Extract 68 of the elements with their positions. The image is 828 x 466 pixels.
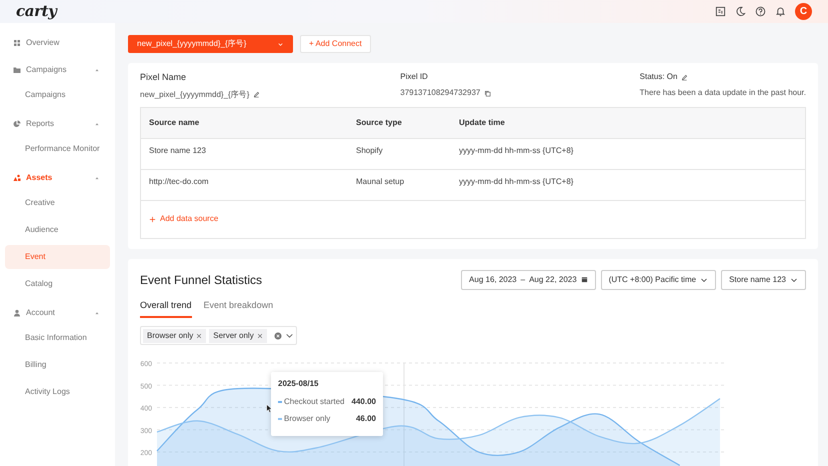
- column-header: Source type: [356, 116, 403, 128]
- pixel-dropdown[interactable]: new_pixel_{yyyymmdd}_{序号}: [128, 35, 293, 53]
- table-cell-text: Store name 123: [149, 144, 207, 156]
- pixel-id: 379137108294732937: [400, 87, 480, 99]
- legend-dash: [278, 418, 282, 420]
- tab[interactable]: Event breakdown: [204, 298, 274, 318]
- sidebar-subitem[interactable]: Event: [5, 245, 110, 269]
- sidebar-item[interactable]: Campaigns: [26, 64, 89, 76]
- tooltip-label: Checkout started: [284, 396, 346, 408]
- calendar-icon: [580, 276, 588, 283]
- pixel-status: Status: On: [640, 71, 678, 83]
- table-cell-text: yyyy-mm-dd hh-mm-ss {UTC+8}: [459, 176, 574, 188]
- sidebar-item[interactable]: Assets: [26, 172, 89, 184]
- chevron-down-icon: [790, 276, 798, 284]
- store-dropdown[interactable]: Store name 123: [721, 270, 806, 290]
- edit-icon[interactable]: [681, 74, 688, 80]
- sidebar-subitem[interactable]: Activity Logs: [5, 380, 110, 404]
- sidebar-subitem[interactable]: Campaigns: [5, 83, 110, 107]
- status-note: There has been a data update in the past hour.: [640, 87, 806, 99]
- edit-icon[interactable]: [253, 91, 260, 98]
- caret-icon[interactable]: [94, 174, 100, 180]
- filter-tag: Server only: [209, 328, 267, 342]
- bell-icon[interactable]: [775, 6, 786, 17]
- sidebar-subitem[interactable]: Basic Information: [5, 326, 110, 350]
- column-header: Update time: [459, 116, 506, 128]
- clear-icon[interactable]: [274, 332, 282, 340]
- close-icon[interactable]: [256, 332, 263, 338]
- sidebar-subitem[interactable]: Catalog: [5, 272, 110, 296]
- sidebar-item[interactable]: Overview: [26, 36, 100, 48]
- field-label: Pixel Name: [140, 71, 188, 84]
- chevron-down-icon: [700, 276, 708, 284]
- date-range-picker[interactable]: Aug 16, 2023 – Aug 22, 2023: [461, 270, 596, 290]
- plus-icon: [149, 216, 156, 222]
- sidebar-item[interactable]: Reports: [26, 118, 89, 130]
- filter-select[interactable]: Browser only Server only: [140, 326, 297, 345]
- logo[interactable]: carty: [16, 0, 57, 23]
- add-connect-button[interactable]: + Add Connect: [300, 35, 371, 53]
- timezone-dropdown[interactable]: (UTC +8:00) Pacific time: [600, 270, 716, 290]
- tooltip-title: 2025-08/15: [278, 378, 320, 390]
- help-icon[interactable]: [755, 6, 766, 17]
- moon-icon[interactable]: [735, 6, 746, 17]
- caret-icon[interactable]: [94, 310, 100, 316]
- sidebar-subitem[interactable]: Billing: [5, 353, 110, 377]
- tab[interactable]: Overall trend: [140, 298, 192, 318]
- section-title: Event Funnel Statistics: [140, 272, 264, 288]
- table-cell-text: Maunal setup: [356, 176, 406, 188]
- caret-icon[interactable]: [94, 120, 100, 126]
- chevron-down-icon: [277, 40, 284, 48]
- filter-tag: Browser only: [143, 328, 206, 342]
- sidebar-subitem[interactable]: Performance Monitor: [5, 137, 110, 161]
- user-avatar[interactable]: C: [795, 3, 812, 20]
- table-cell-text: http://tec-do.com: [149, 176, 210, 188]
- close-icon[interactable]: [196, 332, 202, 338]
- sidebar-item[interactable]: Account: [26, 306, 89, 318]
- copy-icon[interactable]: [484, 90, 492, 96]
- table-cell-text: yyyy-mm-dd hh-mm-ss {UTC+8}: [459, 144, 574, 156]
- tooltip-value: 46.00: [356, 413, 376, 425]
- column-header: Source name: [149, 116, 200, 128]
- field-label: Pixel ID: [400, 71, 429, 83]
- sidebar-subitem[interactable]: Audience: [5, 218, 110, 242]
- add-data-source-link[interactable]: Add data source: [149, 213, 218, 225]
- caret-icon[interactable]: [94, 66, 100, 72]
- tooltip-value: 440.00: [352, 396, 376, 408]
- pixel-name: new_pixel_{yyyymmdd}_{序号}: [140, 88, 250, 100]
- sidebar-subitem[interactable]: Creative: [5, 191, 110, 215]
- legend-dash: [278, 401, 282, 403]
- tooltip-label: Browser only: [284, 413, 332, 425]
- table-cell-text: Shopify: [356, 144, 384, 156]
